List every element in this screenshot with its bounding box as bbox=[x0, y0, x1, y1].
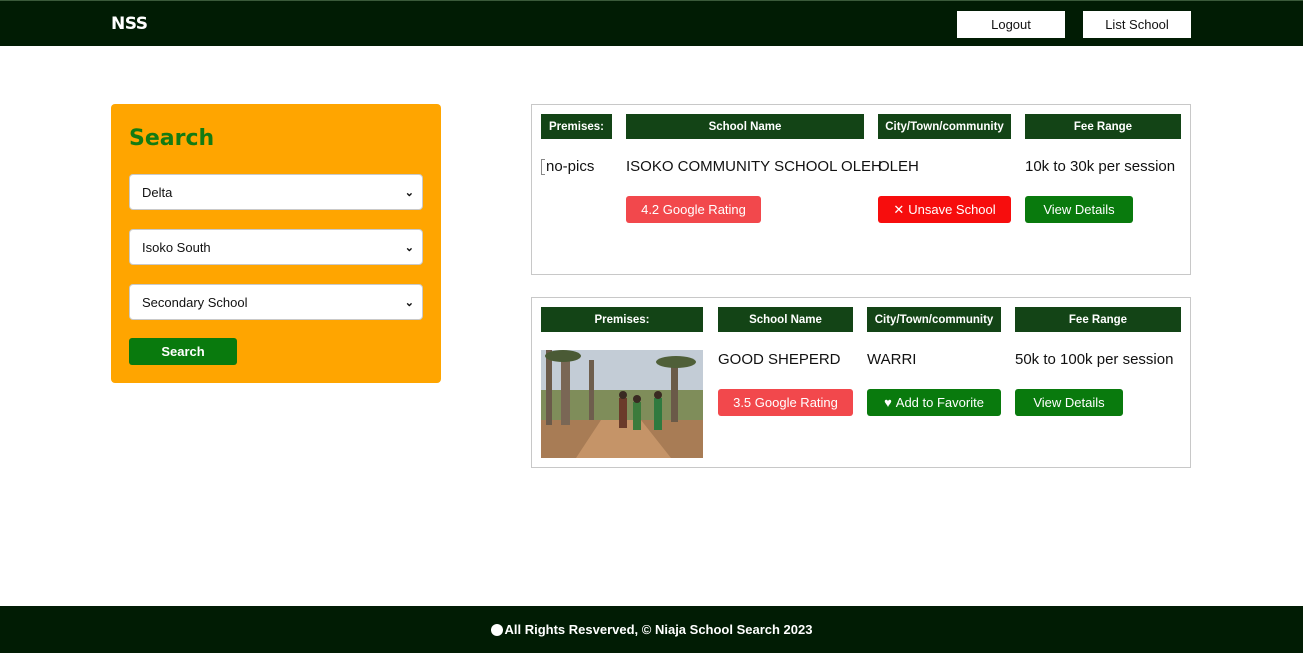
chevron-down-icon: ⌄ bbox=[404, 241, 414, 254]
school-city: OLEH bbox=[878, 158, 919, 175]
school-level-select-value: Secondary School bbox=[142, 294, 248, 310]
premises-image-broken: no-pics bbox=[541, 158, 594, 175]
footer-text: All Rights Resverved, © Niaja School Sea… bbox=[504, 622, 813, 637]
header-fee-range: Fee Range bbox=[1015, 307, 1181, 332]
premises-alt-text: no-pics bbox=[546, 158, 595, 175]
broken-image-icon bbox=[541, 158, 545, 175]
school-name: ISOKO COMMUNITY SCHOOL OLEH bbox=[626, 158, 882, 175]
search-button[interactable]: Search bbox=[129, 338, 237, 365]
header-fee-range: Fee Range bbox=[1025, 114, 1181, 139]
lga-select[interactable]: Isoko South ⌄ bbox=[129, 229, 423, 265]
logout-button[interactable]: Logout bbox=[957, 11, 1065, 38]
school-name: GOOD SHEPERD bbox=[718, 351, 841, 368]
chevron-down-icon: ⌄ bbox=[404, 186, 414, 199]
school-fee: 10k to 30k per session bbox=[1025, 158, 1176, 175]
chevron-down-icon: ⌄ bbox=[404, 296, 414, 309]
add-to-favorite-label: Add to Favorite bbox=[895, 395, 984, 410]
x-icon: ✕ bbox=[893, 201, 905, 217]
smiley-icon bbox=[490, 623, 503, 636]
search-panel: Search Delta ⌄ Isoko South ⌄ Secondary S… bbox=[111, 104, 441, 383]
school-city: WARRI bbox=[867, 351, 917, 368]
search-title: Search bbox=[129, 126, 215, 151]
state-select-value: Delta bbox=[142, 184, 173, 200]
school-level-select[interactable]: Secondary School ⌄ bbox=[129, 284, 423, 320]
footer: All Rights Resverved, © Niaja School Sea… bbox=[0, 606, 1303, 653]
unsave-school-label: Unsave School bbox=[908, 202, 996, 217]
add-to-favorite-button[interactable]: ♥ Add to Favorite bbox=[867, 389, 1001, 416]
brand-logo[interactable]: NSS bbox=[111, 14, 148, 34]
google-rating-badge[interactable]: 4.2 Google Rating bbox=[626, 196, 761, 223]
school-fee: 50k to 100k per session bbox=[1015, 351, 1174, 368]
header-school-name: School Name bbox=[626, 114, 864, 139]
heart-icon: ♥ bbox=[884, 395, 892, 410]
header-premises: Premises: bbox=[541, 307, 703, 332]
premises-photo-illustration bbox=[541, 350, 703, 458]
school-card: Premises: School Name City/Town/communit… bbox=[531, 297, 1191, 468]
google-rating-badge[interactable]: 3.5 Google Rating bbox=[718, 389, 853, 416]
header-city: City/Town/community bbox=[878, 114, 1011, 139]
header-premises: Premises: bbox=[541, 114, 612, 139]
lga-select-value: Isoko South bbox=[142, 239, 211, 255]
state-select[interactable]: Delta ⌄ bbox=[129, 174, 423, 210]
top-navbar: NSS Logout List School bbox=[0, 0, 1303, 46]
premises-photo bbox=[541, 350, 703, 458]
view-details-button[interactable]: View Details bbox=[1015, 389, 1123, 416]
header-city: City/Town/community bbox=[867, 307, 1001, 332]
school-card: Premises: School Name City/Town/communit… bbox=[531, 104, 1191, 275]
list-school-button[interactable]: List School bbox=[1083, 11, 1191, 38]
unsave-school-button[interactable]: ✕ Unsave School bbox=[878, 196, 1011, 223]
view-details-button[interactable]: View Details bbox=[1025, 196, 1133, 223]
header-school-name: School Name bbox=[718, 307, 853, 332]
